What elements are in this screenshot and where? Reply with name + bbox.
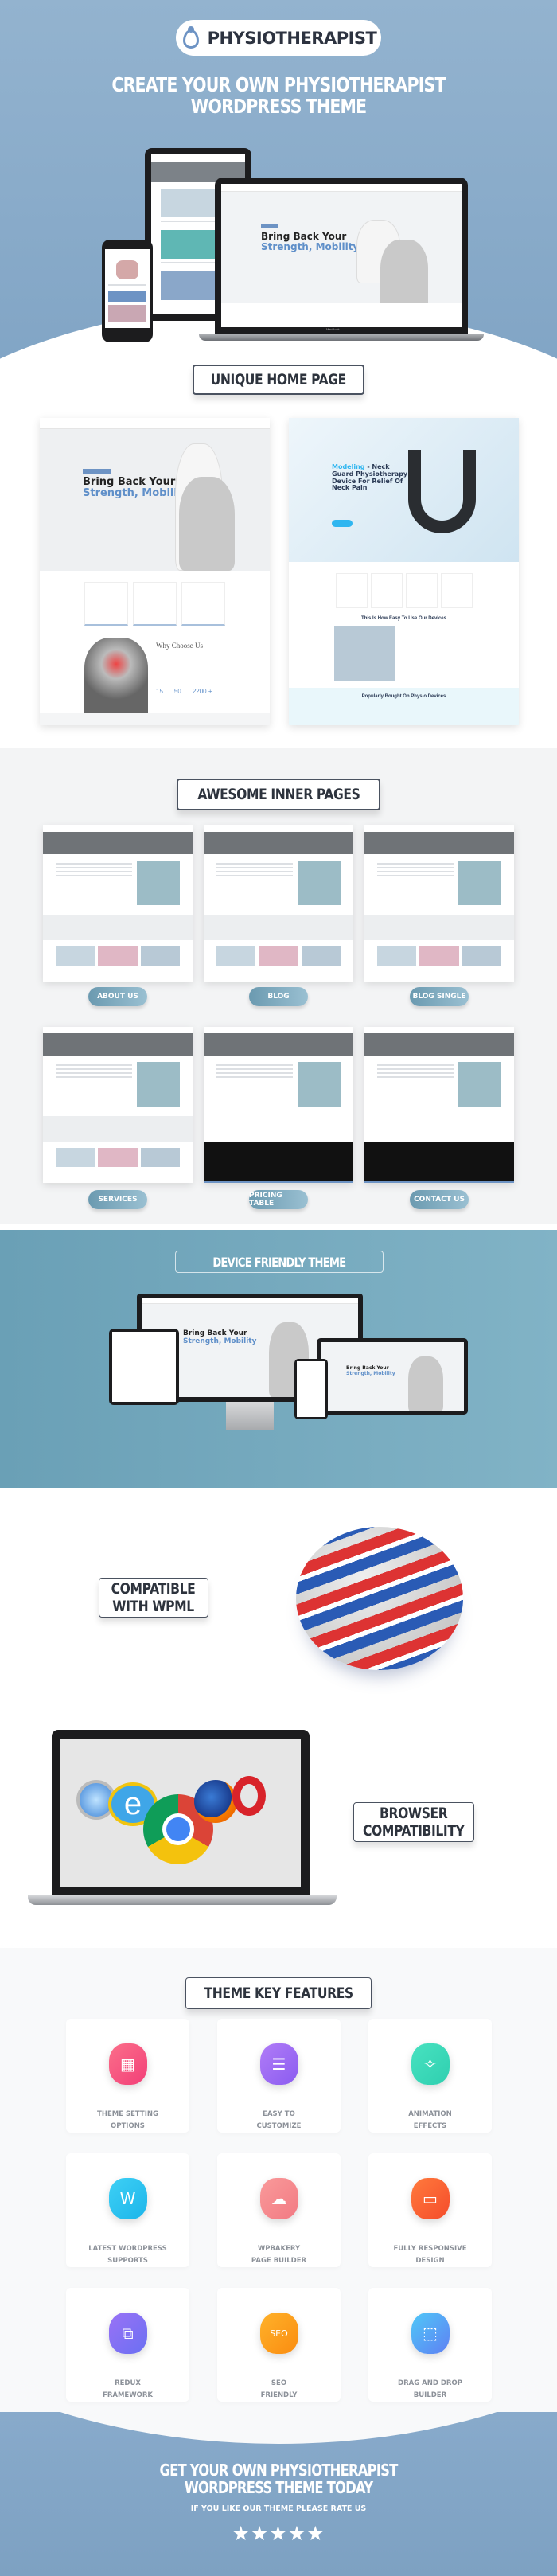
inner-pages-label: AWESOME INNER PAGES — [177, 779, 380, 810]
why-choose-us-heading: Why Choose Us — [156, 642, 203, 650]
feature-label: SEO FRIENDLY — [260, 2379, 298, 2399]
browser-compatibility-label: BROWSER COMPATIBILITY — [353, 1802, 474, 1842]
feature-label: THEME SETTING OPTIONS — [97, 2110, 158, 2130]
inner-page-preview[interactable] — [364, 825, 514, 982]
feature-label: ANIMATION EFFECTS — [408, 2110, 452, 2130]
device-friendly-label: DEVICE FRIENDLY THEME — [175, 1251, 384, 1273]
feature-label: WPBAKERY PAGE BUILDER — [251, 2245, 307, 2265]
feature-card: SEO SEO FRIENDLY — [217, 2288, 341, 2402]
seo-icon: SEO — [259, 2313, 298, 2354]
rating-stars[interactable]: ★★★★★ — [0, 2522, 557, 2546]
inner-page-button[interactable]: SERVICES — [88, 1190, 147, 1209]
feature-label: REDUX FRAMEWORK — [103, 2379, 153, 2399]
laptop-hero-heading: Bring Back Your Strength, Mobility — [261, 231, 360, 253]
opera-icon — [232, 1776, 266, 1816]
inner-page-button[interactable]: BLOG — [249, 987, 308, 1006]
hero-title-line2: WORDPRESS THEME — [190, 95, 367, 118]
wordpress-icon: W — [108, 2178, 147, 2219]
feature-card: ▭ FULLY RESPONSIVE DESIGN — [368, 2153, 492, 2267]
browser-laptop-base — [28, 1895, 337, 1905]
brand-name: PHYSIOTHERAPIST — [207, 28, 377, 48]
inner-page-preview[interactable] — [204, 825, 353, 982]
inner-page-button[interactable]: PRICING TABLE — [249, 1190, 308, 1209]
firefox-icon — [194, 1780, 237, 1823]
home-page-preview-1[interactable]: Bring Back Your Strength, Mobility Why Ch… — [40, 418, 270, 725]
inner-page-preview[interactable] — [364, 1027, 514, 1183]
inner-page-button[interactable]: BLOG SINGLE — [410, 987, 469, 1006]
tablet-mockup-small — [109, 1329, 179, 1405]
logo: PHYSIOTHERAPIST — [176, 20, 381, 56]
home-page-preview-2[interactable]: Modeling - Neck Guard Physiotherapy Devi… — [289, 418, 519, 725]
laptop-mockup: Bring Back Your Strength, Mobility — [215, 178, 468, 334]
feature-card: ☁ WPBAKERY PAGE BUILDER — [217, 2153, 341, 2267]
hero-title: CREATE YOUR OWN PHYSIOTHERAPIST WORDPRES… — [50, 74, 507, 117]
footer-cta: GET YOUR OWN PHYSIOTHERAPIST WORDPRESS TH… — [0, 2412, 557, 2576]
sliders-icon: ☰ — [259, 2043, 298, 2085]
responsive-devices-icon: ▭ — [411, 2178, 450, 2219]
inner-page-button[interactable]: ABOUT US — [88, 987, 147, 1006]
phone-mockup — [102, 240, 153, 342]
home-hero-heading: Bring Back Your Strength, Mobility — [83, 476, 189, 500]
how-to-use-heading: This Is How Easy To Use Our Devices — [361, 616, 446, 621]
footer-subtitle: IF YOU LIKE OUR THEME PLEASE RATE US — [190, 2504, 367, 2513]
device-friendly-section: DEVICE FRIENDLY THEME Bring Back Your Str… — [0, 1230, 557, 1488]
inner-page-preview[interactable] — [43, 1027, 193, 1183]
neck-guard-heading: Modeling - Neck Guard Physiotherapy Devi… — [332, 463, 408, 492]
wpml-label: COMPATIBLE WITH WPML — [99, 1578, 208, 1618]
inner-page-button[interactable]: CONTACT US — [410, 1190, 469, 1209]
home-stats: 15 50 2200 + — [156, 688, 212, 695]
popular-devices-heading: Popularly Bought On Physio Devices — [289, 688, 519, 725]
feature-label: FULLY RESPONSIVE DESIGN — [393, 2245, 467, 2265]
theme-settings-icon: ▦ — [108, 2043, 147, 2085]
feature-card: ☰ EASY TO CUSTOMIZE — [217, 2019, 341, 2133]
network-icon: ⧉ — [108, 2313, 147, 2354]
feature-card: ✧ ANIMATION EFFECTS — [368, 2019, 492, 2133]
laptop-mockup-small: Bring Back Your Strength, Mobility — [317, 1338, 468, 1415]
inner-page-preview[interactable] — [43, 825, 193, 982]
feature-label: LATEST WORDPRESS SUPPORTS — [88, 2245, 167, 2265]
flag-globe-image — [296, 1527, 463, 1670]
feature-label: DRAG AND DROP BUILDER — [398, 2379, 462, 2399]
inner-page-preview[interactable] — [204, 1027, 353, 1183]
feature-card: ▦ THEME SETTING OPTIONS — [66, 2019, 189, 2133]
browser-laptop-mockup: e — [52, 1730, 310, 1895]
features-label: THEME KEY FEATURES — [185, 1977, 372, 2009]
footer-title: GET YOUR OWN PHYSIOTHERAPIST WORDPRESS TH… — [159, 2461, 399, 2497]
feature-label: EASY TO CUSTOMIZE — [256, 2110, 302, 2130]
wpbakery-cloud-icon: ☁ — [259, 2178, 298, 2219]
hero-title-line1: CREATE YOUR OWN PHYSIOTHERAPIST — [111, 73, 446, 96]
logo-figure-icon — [181, 25, 201, 50]
sparkles-icon: ✧ — [411, 2043, 450, 2085]
feature-card: ⧉ REDUX FRAMEWORK — [66, 2288, 189, 2402]
phone-mockup-small — [294, 1359, 328, 1419]
feature-card: ⬚ DRAG AND DROP BUILDER — [368, 2288, 492, 2402]
services-heading: Chiropractors Services — [40, 713, 270, 725]
hero-section: PHYSIOTHERAPIST CREATE YOUR OWN PHYSIOTH… — [0, 0, 557, 414]
feature-card: W LATEST WORDPRESS SUPPORTS — [66, 2153, 189, 2267]
laptop-base: MacBook — [199, 327, 484, 341]
drag-drop-icon: ⬚ — [411, 2313, 450, 2354]
unique-home-page-label: UNIQUE HOME PAGE — [193, 365, 364, 395]
